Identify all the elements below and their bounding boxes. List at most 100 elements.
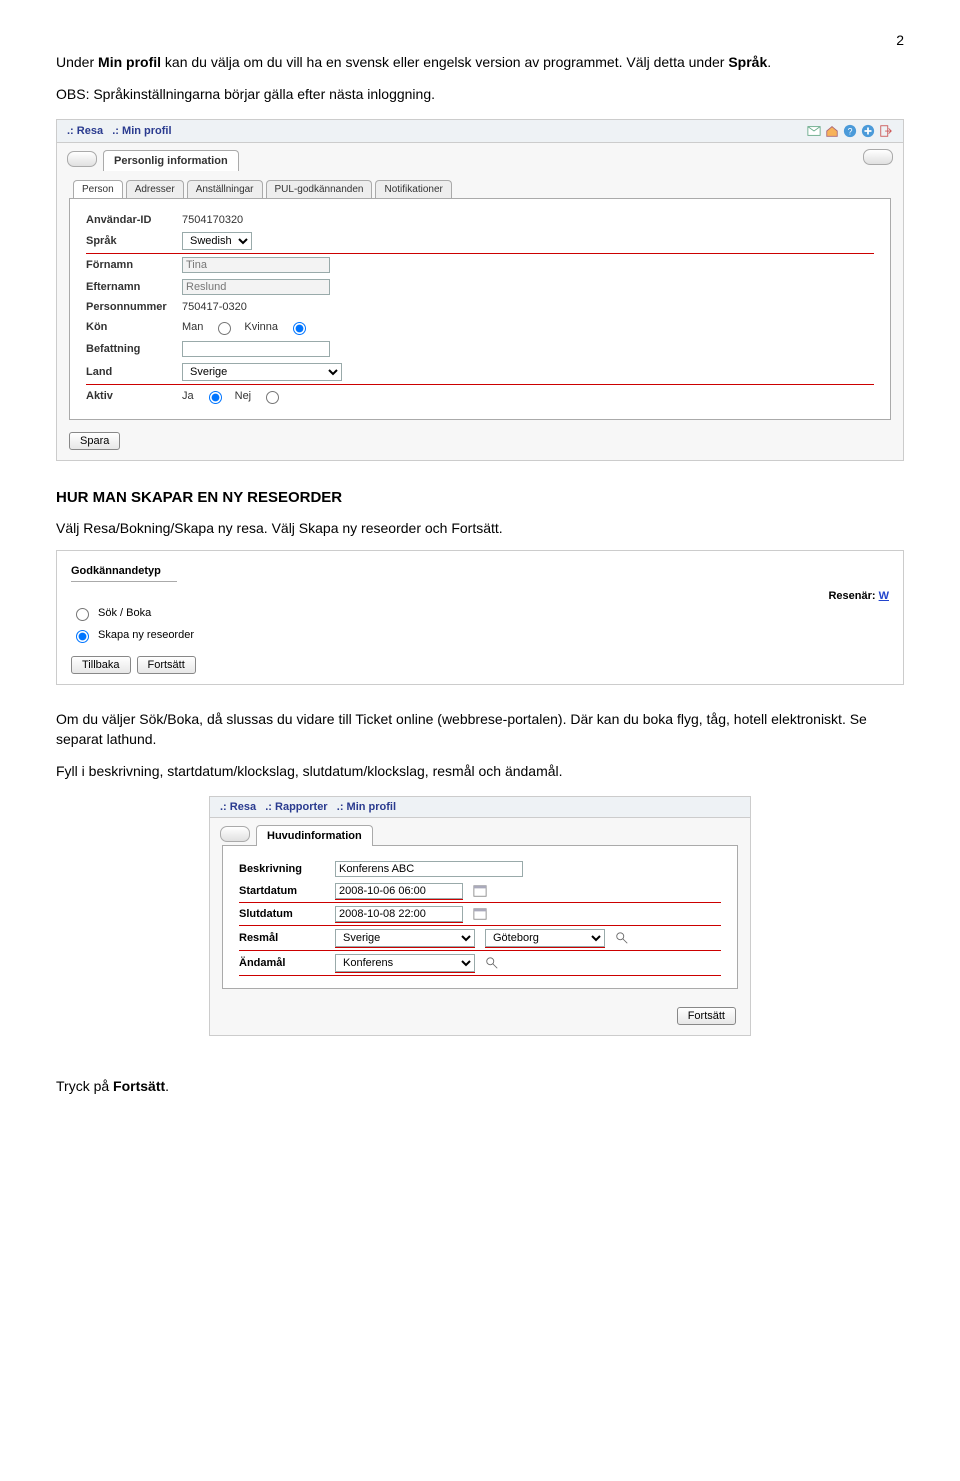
paragraph-obs: OBS: Språkinställningarna börjar gälla e… bbox=[56, 84, 904, 104]
form-huvudinformation: Beskrivning Startdatum Slutdatum Resmål … bbox=[222, 845, 738, 989]
breadcrumb-resa[interactable]: .: Resa bbox=[67, 125, 103, 137]
resmal-land-select[interactable]: Sverige bbox=[335, 929, 475, 947]
fortsatt-button[interactable]: Fortsätt bbox=[137, 656, 196, 674]
label-befattning: Befattning bbox=[86, 343, 172, 355]
label-resmal: Resmål bbox=[239, 932, 325, 944]
sok-boka-radio[interactable] bbox=[76, 608, 89, 621]
aktiv-ja-radio[interactable] bbox=[209, 391, 222, 404]
tillbaka-button[interactable]: Tillbaka bbox=[71, 656, 131, 674]
page-number: 2 bbox=[56, 32, 904, 48]
skapa-reseorder-radio[interactable] bbox=[76, 630, 89, 643]
mail-icon[interactable] bbox=[807, 124, 821, 138]
label-beskrivning: Beskrivning bbox=[239, 863, 325, 875]
breadcrumb-min-profil[interactable]: .: Min profil bbox=[112, 125, 171, 137]
text: . bbox=[165, 1078, 169, 1094]
text-bold: Fortsätt bbox=[113, 1078, 165, 1094]
resenar-line: Resenär: W bbox=[71, 590, 889, 602]
aktiv-nej-label: Nej bbox=[235, 390, 252, 402]
label-efternamn: Efternamn bbox=[86, 281, 172, 293]
fortsatt-button[interactable]: Fortsätt bbox=[677, 1007, 736, 1025]
app-bar: .: Resa .: Min profil ? bbox=[57, 120, 903, 143]
fornamn-field bbox=[182, 257, 330, 273]
text: Tryck på bbox=[56, 1078, 113, 1094]
section-title: Godkännandetyp bbox=[71, 565, 177, 582]
label-aktiv: Aktiv bbox=[86, 390, 172, 402]
value-userid: 7504170320 bbox=[182, 214, 243, 226]
text: . bbox=[767, 54, 771, 70]
paragraph-intro: Under Min profil kan du välja om du vill… bbox=[56, 52, 904, 72]
aktiv-nej-radio[interactable] bbox=[266, 391, 279, 404]
screenshot-godkannandetyp: Godkännandetyp Resenär: W Sök / Boka Ska… bbox=[56, 550, 904, 685]
resenar-link[interactable]: W bbox=[879, 590, 889, 602]
label-startdatum: Startdatum bbox=[239, 885, 325, 897]
efternamn-field bbox=[182, 279, 330, 295]
paragraph-p5: Fyll i beskrivning, startdatum/klockslag… bbox=[56, 761, 904, 781]
aktiv-ja-label: Ja bbox=[182, 390, 194, 402]
home-icon[interactable] bbox=[825, 124, 839, 138]
section-tab-personlig-info[interactable]: Personlig information bbox=[103, 150, 239, 171]
slutdatum-field[interactable] bbox=[335, 906, 463, 922]
befattning-field[interactable] bbox=[182, 341, 330, 357]
land-select[interactable]: Sverige bbox=[182, 363, 342, 381]
kon-man-radio[interactable] bbox=[218, 322, 231, 335]
skapa-reseorder-label: Skapa ny reseorder bbox=[98, 629, 194, 641]
breadcrumb: .: Resa .: Min profil bbox=[67, 125, 172, 137]
add-icon[interactable] bbox=[861, 124, 875, 138]
handle-icon[interactable] bbox=[67, 151, 97, 167]
save-button[interactable]: Spara bbox=[69, 432, 120, 450]
search-icon[interactable] bbox=[485, 956, 499, 970]
main-area-header: Personlig information bbox=[57, 143, 903, 170]
label-kon: Kön bbox=[86, 321, 172, 333]
screenshot-huvudinformation: .: Resa .: Rapporter .: Min profil Huvud… bbox=[209, 796, 751, 1036]
form-person: Användar-ID 7504170320 Språk Swedish Förna… bbox=[69, 198, 891, 420]
label-fornamn: Förnamn bbox=[86, 259, 172, 271]
kon-kvinna-label: Kvinna bbox=[244, 321, 278, 333]
label-sprak: Språk bbox=[86, 235, 172, 247]
handle-icon[interactable] bbox=[220, 826, 250, 842]
breadcrumb-rapporter[interactable]: .: Rapporter bbox=[265, 801, 327, 813]
toolbar-icons: ? bbox=[807, 124, 893, 138]
text: kan du välja om du vill ha en svensk ell… bbox=[161, 54, 728, 70]
breadcrumb-resa[interactable]: .: Resa bbox=[220, 801, 256, 813]
tab-adresser[interactable]: Adresser bbox=[126, 180, 184, 198]
text: Under bbox=[56, 54, 98, 70]
breadcrumb: .: Resa .: Rapporter .: Min profil bbox=[220, 801, 396, 813]
sprak-select[interactable]: Swedish bbox=[182, 232, 252, 250]
label-andamal: Ändamål bbox=[239, 957, 325, 969]
paragraph-tryck: Tryck på Fortsätt. bbox=[56, 1076, 904, 1096]
main-area-header: Huvudinformation bbox=[210, 818, 750, 845]
app-bar: .: Resa .: Rapporter .: Min profil bbox=[210, 797, 750, 818]
resenar-label: Resenär: bbox=[828, 590, 875, 602]
paragraph-p3: Välj Resa/Bokning/Skapa ny resa. Välj Sk… bbox=[56, 518, 904, 538]
text-bold: Min profil bbox=[98, 54, 161, 70]
label-userid: Användar-ID bbox=[86, 214, 172, 226]
section-tab-huvudinformation[interactable]: Huvudinformation bbox=[256, 825, 373, 846]
screenshot-min-profil: .: Resa .: Min profil ? Personlig inform… bbox=[56, 119, 904, 461]
value-pnr: 750417-0320 bbox=[182, 301, 247, 313]
breadcrumb-min-profil[interactable]: .: Min profil bbox=[337, 801, 396, 813]
startdatum-field[interactable] bbox=[335, 883, 463, 899]
calendar-icon[interactable] bbox=[473, 907, 487, 921]
tab-notifikationer[interactable]: Notifikationer bbox=[375, 180, 451, 198]
calendar-icon[interactable] bbox=[473, 884, 487, 898]
exit-icon[interactable] bbox=[879, 124, 893, 138]
beskrivning-field[interactable] bbox=[335, 861, 523, 877]
tab-anstallningar[interactable]: Anställningar bbox=[187, 180, 263, 198]
handle-icon[interactable] bbox=[863, 149, 893, 165]
kon-kvinna-radio[interactable] bbox=[293, 322, 306, 335]
sok-boka-label: Sök / Boka bbox=[98, 607, 151, 619]
andamal-select[interactable]: Konferens bbox=[335, 954, 475, 972]
help-icon[interactable]: ? bbox=[843, 124, 857, 138]
svg-text:?: ? bbox=[848, 126, 853, 136]
label-land: Land bbox=[86, 366, 172, 378]
tab-pul[interactable]: PUL-godkännanden bbox=[266, 180, 373, 198]
label-pnr: Personnummer bbox=[86, 301, 172, 313]
heading-reseorder: HUR MAN SKAPAR EN NY RESEORDER bbox=[56, 489, 904, 506]
tab-person[interactable]: Person bbox=[73, 180, 123, 198]
label-slutdatum: Slutdatum bbox=[239, 908, 325, 920]
kon-man-label: Man bbox=[182, 321, 203, 333]
paragraph-p4: Om du väljer Sök/Boka, då slussas du vid… bbox=[56, 709, 904, 750]
resmal-stad-select[interactable]: Göteborg bbox=[485, 929, 605, 947]
sub-tabs: Person Adresser Anställningar PUL-godkän… bbox=[57, 180, 903, 198]
search-icon[interactable] bbox=[615, 931, 629, 945]
